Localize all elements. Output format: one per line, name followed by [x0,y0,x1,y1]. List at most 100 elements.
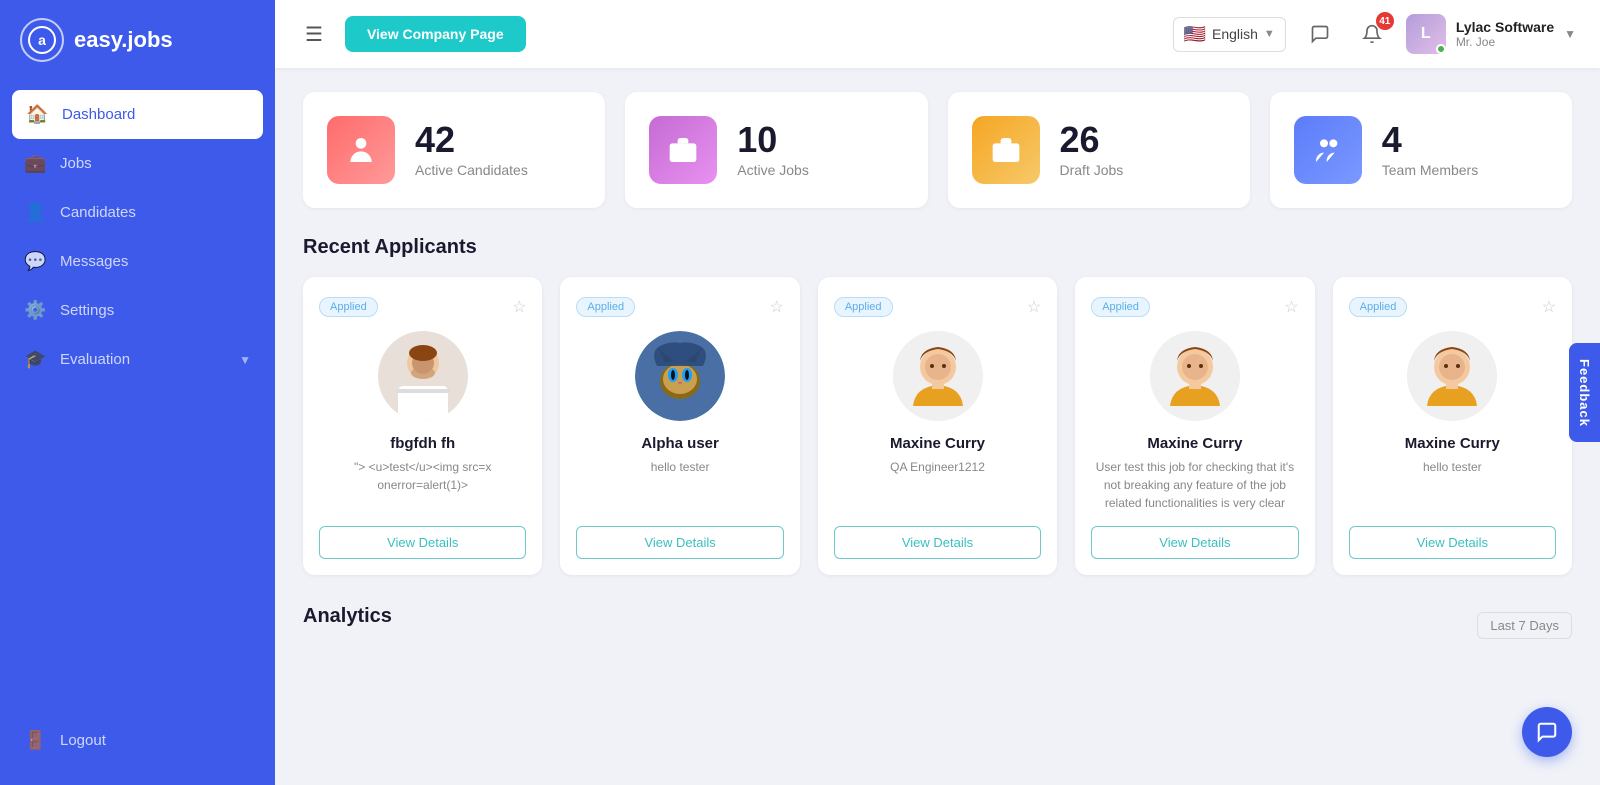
notification-button[interactable]: 41 [1354,16,1390,52]
card-top-1: Applied ☆ [319,297,526,317]
content-area: 42 Active Candidates 10 Active Jobs [275,68,1600,785]
topbar: ☰ View Company Page 🇺🇸 English ▼ 41 [275,0,1600,68]
applied-badge-4: Applied [1091,297,1150,317]
view-details-button-4[interactable]: View Details [1091,526,1298,559]
applicant-card-1: Applied ☆ [303,277,542,575]
star-button-3[interactable]: ☆ [1027,297,1041,317]
avatar-2 [635,331,725,421]
sidebar-item-label: Logout [60,732,106,749]
applied-badge-2: Applied [576,297,635,317]
view-details-button-5[interactable]: View Details [1349,526,1556,559]
user-role: Mr. Joe [1456,35,1554,49]
stat-card-candidates: 42 Active Candidates [303,92,605,208]
applicants-row: Applied ☆ [303,277,1572,575]
team-label: Team Members [1382,162,1478,178]
applicant-desc-3: QA Engineer1212 [890,458,985,512]
recent-applicants-title: Recent Applicants [303,236,1572,259]
active-jobs-count: 10 [737,122,809,158]
draft-jobs-stat-icon [972,116,1040,184]
recent-applicants-section: Recent Applicants Applied ☆ [303,236,1572,575]
topbar-right: 🇺🇸 English ▼ 41 L [1173,14,1576,54]
star-button-2[interactable]: ☆ [769,297,783,317]
view-details-button-2[interactable]: View Details [576,526,783,559]
applicant-name-5: Maxine Curry [1405,435,1500,452]
avatar-5 [1407,331,1497,421]
chevron-down-icon: ▼ [239,353,251,367]
chat-icon-button[interactable] [1302,16,1338,52]
card-top-2: Applied ☆ [576,297,783,317]
sidebar-nav: 🏠 Dashboard 💼 Jobs 👤 Candidates 💬 Messag… [0,80,275,785]
hamburger-button[interactable]: ☰ [299,16,329,53]
view-details-button-1[interactable]: View Details [319,526,526,559]
chat-bubble-button[interactable] [1522,707,1572,757]
active-jobs-stat-icon [649,116,717,184]
applicant-desc-5: hello tester [1423,458,1482,512]
chevron-down-icon: ▼ [1264,28,1275,40]
applicant-card-2: Applied ☆ [560,277,799,575]
star-button-4[interactable]: ☆ [1284,297,1298,317]
evaluation-icon: 🎓 [24,349,46,370]
avatar-3 [893,331,983,421]
language-label: English [1212,26,1258,42]
sidebar-item-jobs[interactable]: 💼 Jobs [0,139,275,188]
user-avatar-wrap: L [1406,14,1446,54]
stat-card-draft-jobs: 26 Draft Jobs [948,92,1250,208]
sidebar-item-label: Settings [60,302,114,319]
view-company-button[interactable]: View Company Page [345,16,526,52]
dashboard-icon: 🏠 [26,104,48,125]
card-top-4: Applied ☆ [1091,297,1298,317]
feedback-tab[interactable]: Feedback [1569,343,1600,443]
analytics-title: Analytics [303,605,392,628]
draft-jobs-count: 26 [1060,122,1124,158]
stat-card-team: 4 Team Members [1270,92,1572,208]
sidebar-item-candidates[interactable]: 👤 Candidates [0,188,275,237]
sidebar-bottom: 🚪 Logout [0,716,275,775]
applicant-desc-4: User test this job for checking that it'… [1091,458,1298,512]
user-details: Lylac Software Mr. Joe [1456,19,1554,49]
sidebar-item-label: Evaluation [60,351,130,368]
applicant-name-1: fbgfdh fh [390,435,455,452]
messages-icon: 💬 [24,251,46,272]
user-info[interactable]: L Lylac Software Mr. Joe ▼ [1406,14,1576,54]
jobs-icon: 💼 [24,153,46,174]
user-online-indicator [1436,44,1446,54]
stat-info-draft-jobs: 26 Draft Jobs [1060,122,1124,178]
star-button-5[interactable]: ☆ [1542,297,1556,317]
applicant-desc-1: "> <u>test</u><img src=x onerror=alert(1… [319,458,526,512]
avatar-4 [1150,331,1240,421]
stat-info-active-jobs: 10 Active Jobs [737,122,809,178]
card-top-5: Applied ☆ [1349,297,1556,317]
applied-badge-1: Applied [319,297,378,317]
star-button-1[interactable]: ☆ [512,297,526,317]
sidebar-item-evaluation[interactable]: 🎓 Evaluation ▼ [0,335,275,384]
team-stat-icon [1294,116,1362,184]
sidebar-item-logout[interactable]: 🚪 Logout [0,716,275,765]
user-dropdown-arrow: ▼ [1564,27,1576,41]
sidebar-logo: a easy.jobs [0,0,275,80]
avatar-1 [378,331,468,421]
applicant-name-2: Alpha user [641,435,719,452]
stat-info-team: 4 Team Members [1382,122,1478,178]
user-name: Lylac Software [1456,19,1554,35]
sidebar-item-settings[interactable]: ⚙️ Settings [0,286,275,335]
card-top-3: Applied ☆ [834,297,1041,317]
sidebar-item-label: Candidates [60,204,136,221]
sidebar-item-dashboard[interactable]: 🏠 Dashboard [12,90,263,139]
sidebar-item-messages[interactable]: 💬 Messages [0,237,275,286]
notification-badge: 41 [1376,12,1394,30]
main-area: ☰ View Company Page 🇺🇸 English ▼ 41 [275,0,1600,785]
language-selector[interactable]: 🇺🇸 English ▼ [1173,17,1286,52]
sidebar-item-label: Dashboard [62,106,135,123]
candidates-stat-icon [327,116,395,184]
applicant-desc-2: hello tester [651,458,710,512]
draft-jobs-label: Draft Jobs [1060,162,1124,178]
team-count: 4 [1382,122,1478,158]
analytics-period[interactable]: Last 7 Days [1477,612,1572,639]
view-details-button-3[interactable]: View Details [834,526,1041,559]
candidates-icon: 👤 [24,202,46,223]
logo-icon: a [20,18,64,62]
applicant-card-5: Applied ☆ [1333,277,1572,575]
applied-badge-5: Applied [1349,297,1408,317]
sidebar-item-label: Messages [60,253,128,270]
stat-card-active-jobs: 10 Active Jobs [625,92,927,208]
